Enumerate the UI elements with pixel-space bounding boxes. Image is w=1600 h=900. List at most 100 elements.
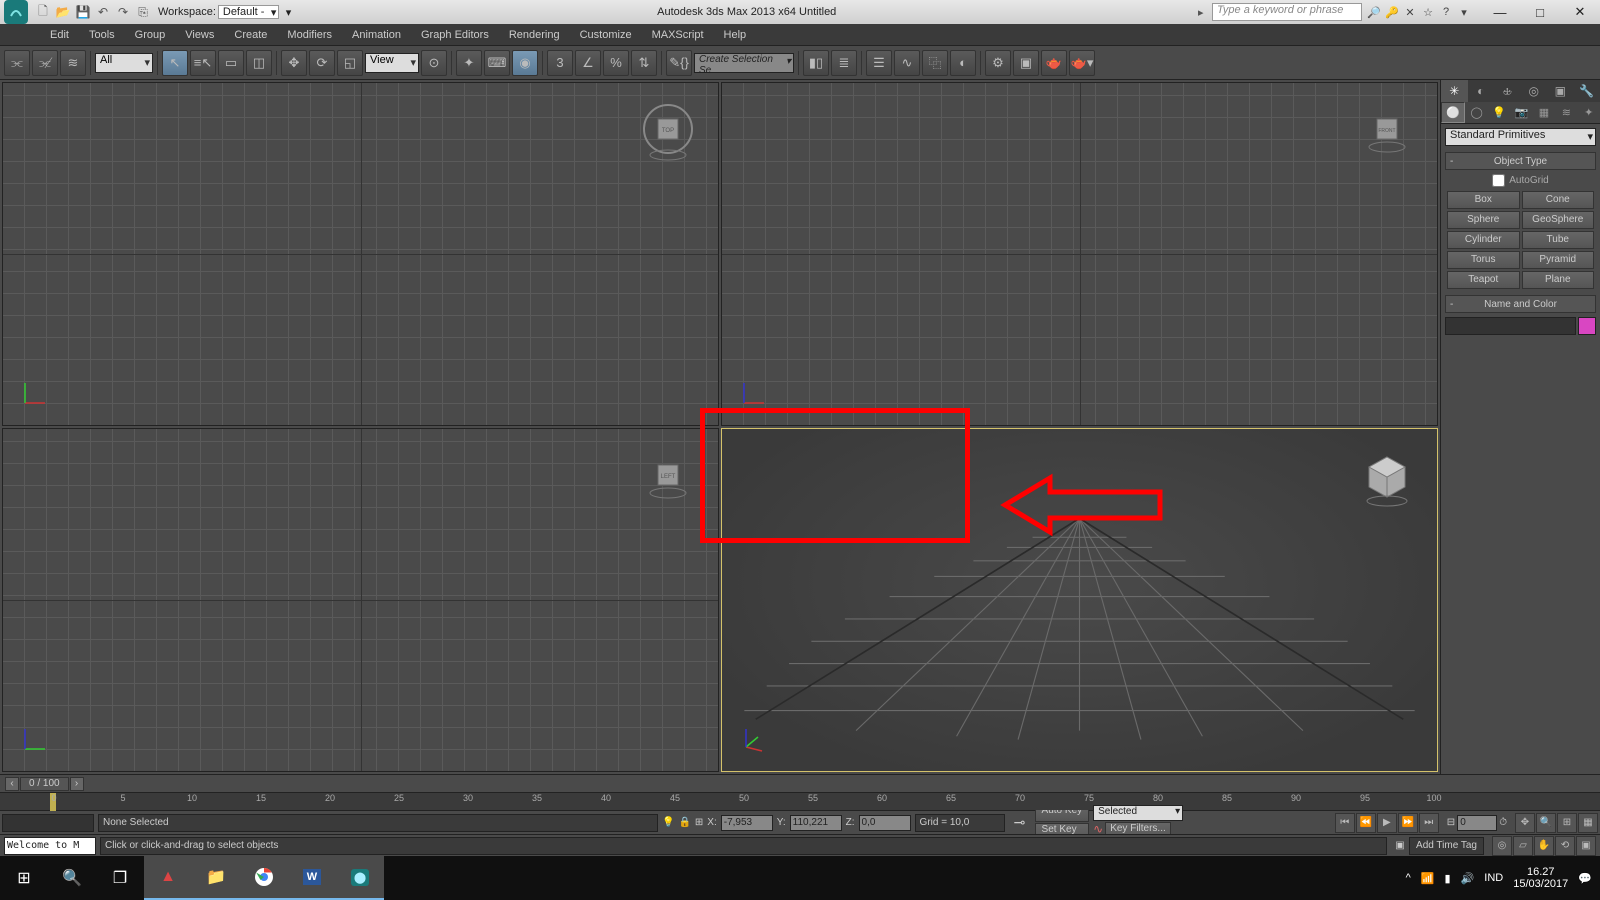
3dsmax-app-icon[interactable]: ⬤ [336,856,384,900]
hierarchy-tab-icon[interactable]: 🕁 [1494,80,1521,102]
select-object-icon[interactable]: ↖ [162,50,188,76]
undo-icon[interactable]: ↶ [94,3,112,21]
prev-key-icon[interactable]: ⏪ [1356,813,1376,833]
word-app-icon[interactable]: W [288,856,336,900]
rendered-frame-icon[interactable]: ▣ [1013,50,1039,76]
tray-expand-icon[interactable]: ^ [1406,872,1411,884]
mirror-icon[interactable]: ▮▯ [803,50,829,76]
redo-icon[interactable]: ↷ [114,3,132,21]
rect-region-icon[interactable]: ▭ [218,50,244,76]
maxscript-mini-listener[interactable] [4,837,96,855]
box-button[interactable]: Box [1447,191,1520,209]
taskview-icon[interactable]: ❐ [96,856,144,900]
utilities-tab-icon[interactable]: 🔧 [1574,80,1600,102]
time-slider-value[interactable]: 0 / 100 [20,777,69,791]
menu-group[interactable]: Group [125,24,176,46]
menu-modifiers[interactable]: Modifiers [277,24,342,46]
motion-tab-icon[interactable]: ◎ [1521,80,1548,102]
spacewarps-tab-icon[interactable]: ≋ [1555,102,1577,123]
battery-icon[interactable]: ▮ [1445,872,1451,885]
percent-snap-icon[interactable]: % [603,50,629,76]
play-icon[interactable]: ▶ [1377,813,1397,833]
teapot-button[interactable]: Teapot [1447,271,1520,289]
save-icon[interactable]: 💾 [74,3,92,21]
cameras-tab-icon[interactable]: 📷 [1510,102,1532,123]
open-icon[interactable]: 📂 [54,3,72,21]
viewport-perspective[interactable] [721,428,1438,772]
selection-filter-select[interactable]: All [95,53,153,73]
binoculars-icon[interactable]: 🔎 [1366,4,1382,20]
absolute-mode-icon[interactable]: ⊞ [695,817,703,828]
cylinder-button[interactable]: Cylinder [1447,231,1520,249]
lock-icon[interactable]: 💡 [662,817,674,828]
current-frame-input[interactable] [1457,815,1497,831]
zoom-icon[interactable]: 🔍 [1536,813,1556,833]
time-ruler[interactable]: 0510152025303540455055606570758085909510… [0,792,1600,810]
menu-edit[interactable]: Edit [40,24,79,46]
add-time-tag[interactable]: Add Time Tag [1409,837,1484,855]
ime-indicator[interactable]: IND [1484,872,1503,884]
pan2-icon[interactable]: ✋ [1534,836,1554,856]
menu-help[interactable]: Help [714,24,757,46]
menu-tools[interactable]: Tools [79,24,125,46]
spinner-snap-icon[interactable]: ⇅ [631,50,657,76]
link-icon[interactable]: ⎘ [134,3,152,21]
viewport-front[interactable]: FRONT [721,82,1438,426]
workspace-more-icon[interactable]: ▾ [281,6,295,19]
next-key-icon[interactable]: ⏩ [1398,813,1418,833]
pyramid-button[interactable]: Pyramid [1522,251,1595,269]
goto-end-icon[interactable]: ⏭ [1419,813,1439,833]
schematic-view-icon[interactable]: ⿻ [922,50,948,76]
window-crossing-icon[interactable]: ◫ [246,50,272,76]
x-input[interactable] [721,815,773,831]
menu-create[interactable]: Create [224,24,277,46]
cone-button[interactable]: Cone [1522,191,1595,209]
next-frame-icon[interactable]: › [70,777,84,791]
object-name-input[interactable] [1445,317,1576,335]
snap-toggle-icon[interactable]: ◉ [512,50,538,76]
prev-frame-icon[interactable]: ‹ [5,777,19,791]
taskbar-clock[interactable]: 16.2715/03/2017 [1513,866,1568,890]
favorite-icon[interactable]: ☆ [1420,4,1436,20]
search-go-icon[interactable]: ▸ [1198,6,1212,19]
unlink-icon[interactable]: ⫘̸ [32,50,58,76]
start-button[interactable]: ⊞ [0,856,48,900]
help-menu-icon[interactable]: ▾ [1456,4,1472,20]
modify-tab-icon[interactable]: ◐ [1468,80,1495,102]
wifi-icon[interactable]: 📶 [1421,872,1435,885]
plane-button[interactable]: Plane [1522,271,1595,289]
shapes-tab-icon[interactable]: ◯ [1465,102,1487,123]
move-icon[interactable]: ✥ [281,50,307,76]
fov-icon[interactable]: ▱ [1513,836,1533,856]
named-selection-select[interactable]: Create Selection Se [694,53,794,73]
refcoord-select[interactable]: View [365,53,419,73]
select-manipulate-icon[interactable]: ✦ [456,50,482,76]
zoom-all-icon[interactable]: ⊞ [1557,813,1577,833]
create-tab-icon[interactable]: ✳ [1441,80,1468,102]
viewport-left[interactable]: LEFT [2,428,719,772]
render-icon[interactable]: 🫖 [1041,50,1067,76]
object-color-swatch[interactable] [1578,317,1596,335]
menu-rendering[interactable]: Rendering [499,24,570,46]
volume-icon[interactable]: 🔊 [1461,872,1475,885]
scale-icon[interactable]: ◱ [337,50,363,76]
new-icon[interactable]: 🗋 [34,3,52,21]
time-slider[interactable]: ‹ 0 / 100 › [0,774,1600,792]
menu-animation[interactable]: Animation [342,24,411,46]
geosphere-button[interactable]: GeoSphere [1522,211,1595,229]
select-link-icon[interactable]: ⫘ [4,50,30,76]
menu-views[interactable]: Views [175,24,224,46]
menu-maxscript[interactable]: MAXScript [642,24,714,46]
search-input[interactable]: Type a keyword or phrase [1212,3,1362,21]
viewport-top[interactable]: TOP [2,82,719,426]
pivot-icon[interactable]: ⊙ [421,50,447,76]
render-setup-icon[interactable]: ⚙ [985,50,1011,76]
tube-button[interactable]: Tube [1522,231,1595,249]
key-step-icon[interactable]: ⊟ [1447,817,1455,828]
key-target-select[interactable]: Selected [1093,805,1183,821]
autocad-app-icon[interactable]: ▲ [144,856,192,900]
lights-tab-icon[interactable]: 💡 [1488,102,1510,123]
orbit-icon[interactable]: ⟲ [1555,836,1575,856]
keymode-icon[interactable]: ⊸ [1009,814,1031,831]
edit-named-sel-icon[interactable]: ✎{} [666,50,692,76]
